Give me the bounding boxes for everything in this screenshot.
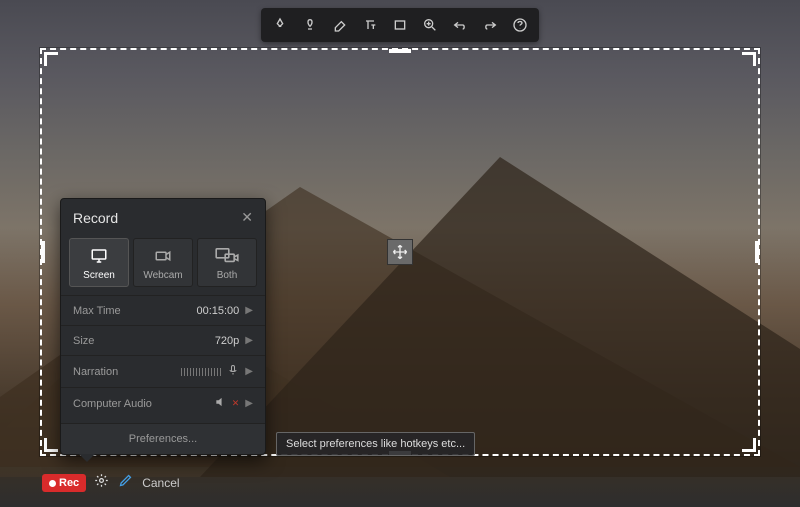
microphone-icon bbox=[227, 363, 239, 380]
speaker-icon bbox=[214, 395, 228, 412]
move-handle[interactable] bbox=[387, 239, 413, 265]
text-tool-icon[interactable] bbox=[357, 13, 383, 37]
source-label: Both bbox=[217, 270, 238, 281]
chevron-right-icon: ▶ bbox=[245, 366, 253, 377]
row-max-time[interactable]: Max Time 00:15:00 ▶ bbox=[61, 295, 265, 325]
annotation-toolbar bbox=[261, 8, 539, 42]
close-icon[interactable]: ✕ bbox=[241, 209, 253, 226]
source-screen[interactable]: Screen bbox=[69, 238, 129, 287]
highlighter-icon[interactable] bbox=[297, 13, 323, 37]
row-label: Max Time bbox=[73, 305, 121, 317]
resize-handle-right[interactable] bbox=[755, 241, 759, 263]
chevron-right-icon: ▶ bbox=[245, 398, 253, 409]
edit-pencil-icon[interactable] bbox=[116, 473, 134, 493]
panel-title: Record bbox=[73, 210, 118, 226]
row-computer-audio[interactable]: Computer Audio ✕ ▶ bbox=[61, 387, 265, 419]
eraser-icon[interactable] bbox=[327, 13, 353, 37]
redo-icon[interactable] bbox=[477, 13, 503, 37]
preferences-button[interactable]: Preferences... bbox=[61, 423, 265, 454]
both-icon bbox=[214, 246, 240, 266]
cancel-button[interactable]: Cancel bbox=[142, 476, 179, 490]
resize-handle-left[interactable] bbox=[41, 241, 45, 263]
resize-handle-tl[interactable] bbox=[44, 52, 64, 72]
settings-gear-icon[interactable] bbox=[92, 473, 110, 493]
monitor-icon bbox=[87, 246, 111, 266]
help-icon[interactable] bbox=[507, 13, 533, 37]
resize-handle-tr[interactable] bbox=[736, 52, 756, 72]
resize-handle-top[interactable] bbox=[389, 49, 411, 53]
webcam-icon bbox=[151, 246, 175, 266]
cancel-label: Cancel bbox=[142, 476, 179, 490]
row-size[interactable]: Size 720p ▶ bbox=[61, 325, 265, 355]
row-label: Size bbox=[73, 335, 94, 347]
chevron-right-icon: ▶ bbox=[245, 335, 253, 346]
source-webcam[interactable]: Webcam bbox=[133, 238, 193, 287]
source-both[interactable]: Both bbox=[197, 238, 257, 287]
max-time-value: 00:15:00 bbox=[196, 305, 239, 317]
record-label: Rec bbox=[59, 477, 79, 489]
resize-handle-br[interactable] bbox=[736, 432, 756, 452]
undo-icon[interactable] bbox=[447, 13, 473, 37]
record-dot-icon bbox=[49, 480, 56, 487]
row-label: Narration bbox=[73, 366, 118, 378]
record-controls-bar: Rec Cancel bbox=[42, 473, 180, 493]
tooltip-text: Select preferences like hotkeys etc... bbox=[286, 438, 465, 450]
preferences-tooltip: Select preferences like hotkeys etc... bbox=[276, 432, 475, 456]
zoom-icon[interactable] bbox=[417, 13, 443, 37]
preferences-label: Preferences... bbox=[129, 433, 197, 445]
rectangle-tool-icon[interactable] bbox=[387, 13, 413, 37]
pen-tool-icon[interactable] bbox=[267, 13, 293, 37]
mute-indicator-icon: ✕ bbox=[232, 398, 240, 409]
record-button[interactable]: Rec bbox=[42, 474, 86, 492]
source-label: Screen bbox=[83, 270, 115, 281]
narration-level-icon bbox=[181, 368, 221, 376]
row-narration[interactable]: Narration ▶ bbox=[61, 355, 265, 387]
chevron-right-icon: ▶ bbox=[245, 305, 253, 316]
row-label: Computer Audio bbox=[73, 398, 152, 410]
source-label: Webcam bbox=[143, 270, 182, 281]
record-panel: Record ✕ Screen Webcam Both Max Time 00:… bbox=[60, 198, 266, 455]
size-value: 720p bbox=[215, 335, 239, 347]
